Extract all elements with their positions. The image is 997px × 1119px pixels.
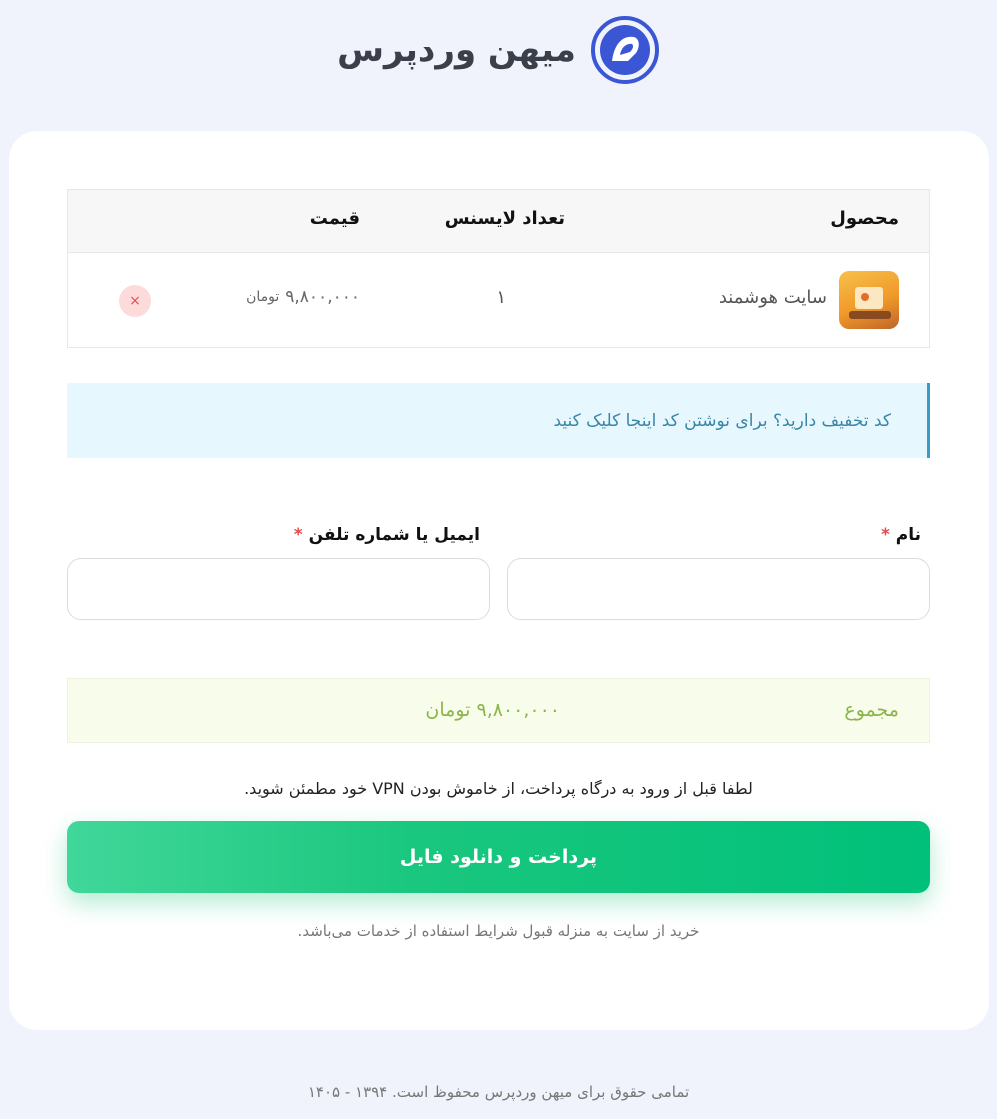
logo-text: میهن وردپرس: [337, 30, 577, 70]
footer-copyright: تمامی حقوق برای میهن وردپرس محفوظ است. ۱…: [307, 1083, 690, 1101]
pay-and-download-button[interactable]: پرداخت و دانلود فایل: [67, 821, 930, 893]
vpn-note: لطفا قبل از ورود به درگاه پرداخت، از خام…: [244, 779, 753, 798]
remove-item-button[interactable]: ×: [119, 285, 151, 317]
product-name[interactable]: سایت هوشمند: [719, 287, 827, 308]
total-label: مجموع: [844, 699, 899, 721]
coupon-notice: کد تخفیف دارید؟ برای نوشتن کد اینجا کلیک…: [67, 383, 930, 458]
price-amount: ۹,۸۰۰,۰۰۰: [285, 287, 360, 307]
order-total: مجموع ۹,۸۰۰,۰۰۰ تومان: [67, 678, 930, 743]
header-price: قیمت: [309, 208, 360, 229]
header: میهن وردپرس: [0, 0, 997, 100]
logo[interactable]: میهن وردپرس: [337, 15, 660, 85]
terms-note: خرید از سایت به منزله قبول شرایط استفاده…: [297, 922, 700, 940]
product-price: ۹,۸۰۰,۰۰۰ تومان: [246, 287, 360, 307]
cart-header: محصول تعداد لایسنس قیمت: [68, 190, 929, 253]
total-value: ۹,۸۰۰,۰۰۰ تومان: [425, 699, 560, 721]
price-currency: تومان: [246, 289, 280, 305]
logo-mark-icon: [590, 16, 659, 84]
close-icon: ×: [129, 293, 141, 309]
name-field[interactable]: [507, 558, 930, 620]
name-label: نام *: [875, 525, 921, 545]
name-label-text: نام: [895, 525, 921, 545]
product-thumbnail[interactable]: [839, 271, 899, 329]
required-mark: *: [880, 525, 890, 545]
product-quantity: ۱: [496, 287, 506, 308]
header-license-count: تعداد لایسنس: [444, 208, 565, 229]
email-label: ایمیل یا شماره تلفن *: [288, 525, 480, 545]
email-or-phone-field[interactable]: [67, 558, 490, 620]
table-row: سایت هوشمند ۱ ۹,۸۰۰,۰۰۰ تومان ×: [68, 253, 929, 348]
checkout-card: محصول تعداد لایسنس قیمت سایت هوشمند ۱ ۹,…: [9, 131, 989, 1030]
email-label-text: ایمیل یا شماره تلفن: [308, 525, 480, 545]
coupon-link[interactable]: کد تخفیف دارید؟ برای نوشتن کد اینجا کلیک…: [553, 411, 891, 431]
required-mark: *: [293, 525, 303, 545]
header-product: محصول: [830, 208, 899, 229]
cart-table: محصول تعداد لایسنس قیمت سایت هوشمند ۱ ۹,…: [67, 189, 930, 348]
